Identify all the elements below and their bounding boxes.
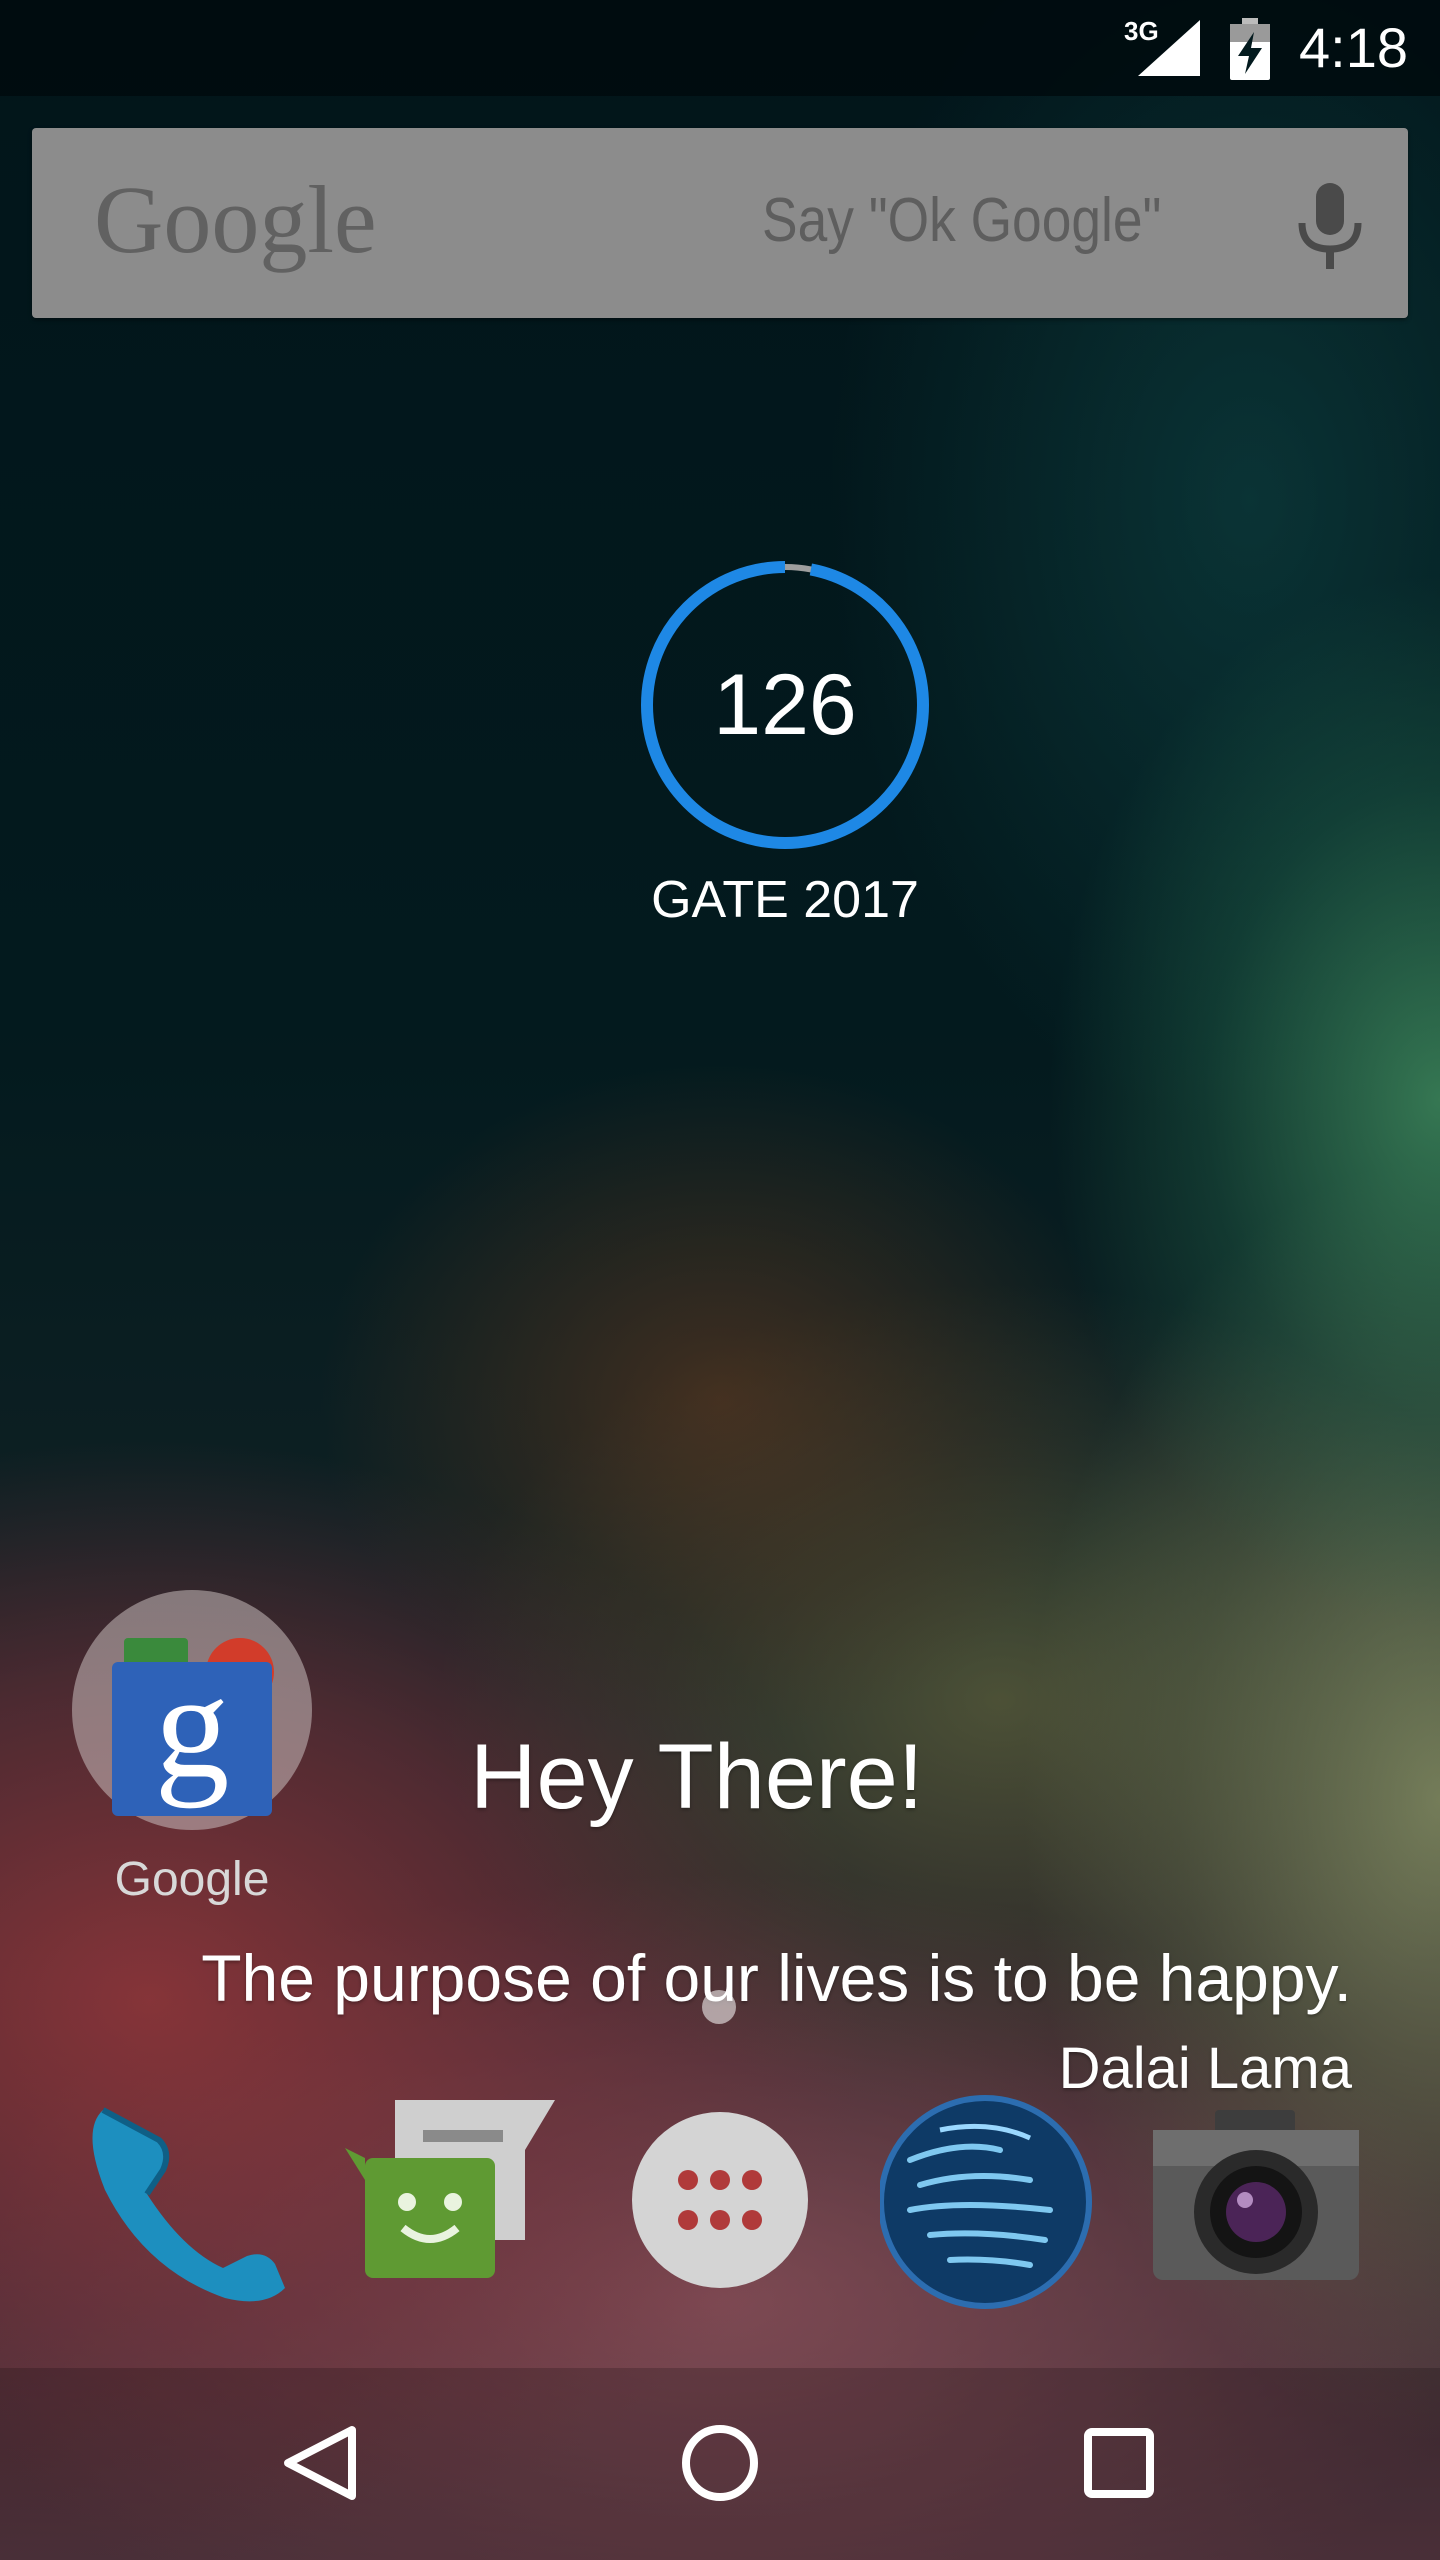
dock-camera[interactable] [1145,2090,1365,2310]
battery-charging-icon [1230,18,1270,80]
phone-icon [92,2107,285,2302]
app-drawer-icon [632,2112,808,2288]
google-logo: Google [94,166,377,273]
folder-label: Google [114,1853,270,1906]
google-folder[interactable]: g [72,1590,312,1830]
dock-messages[interactable] [345,2090,565,2310]
dock-app-drawer[interactable] [620,2090,840,2310]
countdown-days: 126 [713,657,857,753]
svg-text:g: g [155,1643,230,1809]
globe-icon [878,2095,1092,2309]
recents-icon[interactable] [1064,2408,1174,2518]
dock-browser[interactable] [878,2090,1100,2310]
back-icon[interactable] [266,2408,376,2518]
countdown-ring[interactable]: 126 [640,560,930,850]
google-folder-icon: g [112,1638,274,1816]
google-search-bar[interactable]: Google Say "Ok Google" [32,128,1408,318]
signal-icon [1138,20,1200,76]
countdown-label: GATE 2017 [651,871,919,929]
navigation-bar [0,2368,1440,2560]
home-icon[interactable] [665,2408,775,2518]
mic-icon[interactable] [1290,183,1370,273]
camera-icon [1153,2110,1359,2280]
status-bar[interactable]: 3G 4:18 [0,0,1440,96]
search-hint: Say "Ok Google" [762,186,1162,255]
clock: 4:18 [1299,16,1408,79]
page-indicator-dot [702,1990,736,2024]
greeting-text: Hey There! [470,1726,924,1828]
dock-phone[interactable] [75,2090,295,2310]
messages-icon [345,2100,555,2278]
